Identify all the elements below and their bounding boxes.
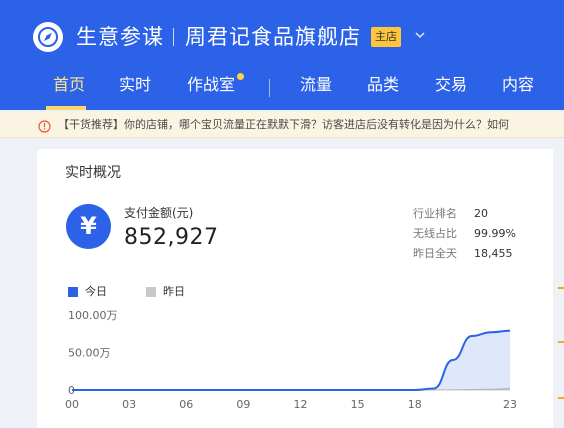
yesterday-total-value: 18,455 [474, 247, 513, 260]
shop-name[interactable]: 周君记食品旗舰店 [185, 22, 361, 52]
main-nav: 首页 实时 作战室 流量 品类 交易 内容 [0, 66, 564, 110]
x-tick-label: 06 [179, 398, 193, 411]
right-edge-marker [558, 397, 564, 399]
compass-logo-icon[interactable] [33, 22, 63, 52]
nav-tab-realtime[interactable]: 实时 [119, 74, 151, 96]
yesterday-total-label: 昨日全天 [413, 247, 457, 260]
brand-title[interactable]: 生意参谋 [76, 22, 164, 52]
card-title: 实时概况 [65, 165, 121, 181]
notice-bar[interactable]: 【干货推荐】你的店铺，哪个宝贝流量正在默默下滑？访客进店后没有转化是因为什么？如… [0, 112, 564, 138]
nav-tab-content[interactable]: 内容 [502, 74, 534, 96]
today-area-fill [72, 330, 510, 390]
y-tick-label: 100.00万 [68, 309, 118, 322]
nav-divider [269, 79, 270, 97]
nav-tab-traffic[interactable]: 流量 [300, 74, 332, 96]
x-tick-label: 09 [236, 398, 250, 411]
x-tick-label: 03 [122, 398, 136, 411]
x-tick-label: 18 [408, 398, 422, 411]
top-header: 生意参谋 周君记食品旗舰店 主店 首页 实时 作战室 流量 品类 交易 内容 [0, 0, 564, 110]
chevron-down-icon[interactable] [413, 27, 427, 46]
header-divider [173, 28, 174, 46]
industry-rank-label: 行业排名 [413, 207, 457, 220]
right-edge-marker [558, 341, 564, 343]
right-edge-marker [558, 287, 564, 289]
y-tick-label: 50.00万 [68, 347, 111, 360]
nav-tab-home[interactable]: 首页 [53, 74, 85, 96]
realtime-overview-card: 实时概况 ¥ 支付金额(元) 852,927 行业排名 20 无线占比 99.9… [37, 149, 564, 428]
main-shop-badge: 主店 [371, 27, 401, 47]
legend-yesterday-swatch [146, 287, 156, 297]
nav-active-indicator [46, 106, 86, 110]
wireless-share-label: 无线占比 [413, 227, 457, 240]
nav-tab-category[interactable]: 品类 [367, 74, 399, 96]
nav-tab-war-room[interactable]: 作战室 [187, 74, 235, 96]
right-panel-edge [553, 140, 564, 428]
nav-tab-trade[interactable]: 交易 [435, 74, 467, 96]
x-tick-label: 15 [351, 398, 365, 411]
realtime-trend-chart[interactable]: 100.00万50.00万000 03 06 09 12 15 18 23 [37, 304, 564, 428]
x-tick-label: 23 [503, 398, 517, 411]
wireless-share-value: 99.99% [474, 227, 516, 240]
yen-icon: ¥ [66, 204, 111, 249]
legend-today-swatch [68, 287, 78, 297]
payment-amount-value: 852,927 [124, 225, 219, 250]
legend-today-label[interactable]: 今日 [85, 285, 107, 299]
industry-rank-value: 20 [474, 207, 488, 220]
legend-yesterday-label[interactable]: 昨日 [163, 285, 185, 299]
x-tick-label: 12 [294, 398, 308, 411]
new-dot-badge [237, 73, 244, 80]
warning-icon [38, 118, 51, 137]
payment-amount-label: 支付金额(元) [124, 206, 194, 220]
notice-text[interactable]: 【干货推荐】你的店铺，哪个宝贝流量正在默默下滑？访客进店后没有转化是因为什么？如… [58, 117, 509, 133]
x-tick-label: 00 [65, 398, 79, 411]
